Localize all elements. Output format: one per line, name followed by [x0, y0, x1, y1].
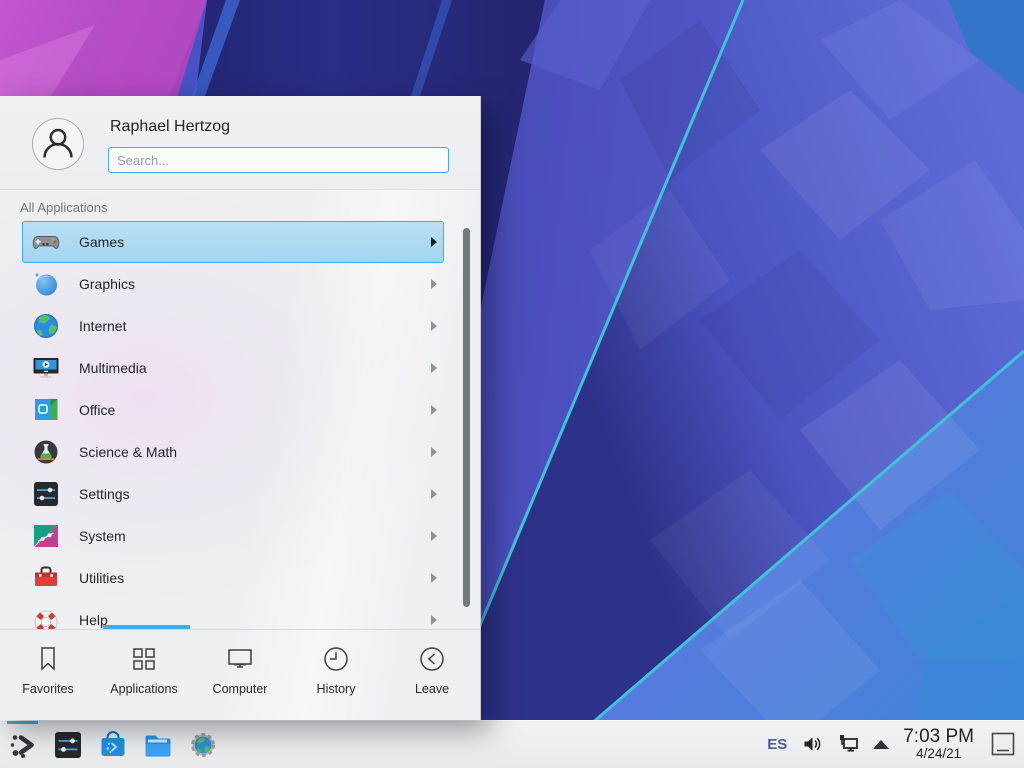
tab-label: Applications: [110, 682, 177, 696]
tab-label: Computer: [213, 682, 268, 696]
clock-time: 7:03 PM: [903, 727, 974, 747]
show-desktop-button[interactable]: [988, 727, 1018, 761]
category-label: Graphics: [79, 276, 135, 292]
category-internet[interactable]: Internet: [22, 305, 444, 347]
category-system[interactable]: System: [22, 515, 444, 557]
file-manager-task[interactable]: [135, 721, 180, 768]
submenu-arrow-icon: [431, 405, 437, 415]
discover-icon: [97, 729, 129, 761]
file-manager-icon: [142, 729, 174, 761]
system-settings-icon: [52, 729, 84, 761]
office-doc-icon: [31, 395, 61, 425]
category-graphics[interactable]: Graphics: [22, 263, 444, 305]
category-games[interactable]: Games: [22, 221, 444, 263]
category-multimedia[interactable]: Multimedia: [22, 347, 444, 389]
submenu-arrow-icon: [431, 237, 437, 247]
search-input[interactable]: [108, 147, 449, 173]
category-settings[interactable]: Settings: [22, 473, 444, 515]
kickoff-launcher-icon: [7, 729, 39, 761]
user-avatar[interactable]: [32, 118, 84, 170]
category-label: Multimedia: [79, 360, 147, 376]
expand-tray-caret-icon[interactable]: [873, 740, 889, 749]
tab-history[interactable]: History: [288, 630, 384, 720]
section-label: All Applications: [20, 200, 107, 215]
tab-leave[interactable]: Leave: [384, 630, 480, 720]
discover-task[interactable]: [90, 721, 135, 768]
tab-label: History: [317, 682, 356, 696]
application-launcher-popup: Raphael Hertzog All Applications Games: [0, 96, 481, 720]
monitor-icon: [224, 643, 256, 675]
system-tray: ES 7:03 PM 4/24/21: [767, 727, 1024, 761]
category-science-math[interactable]: Science & Math: [22, 431, 444, 473]
media-monitor-icon: [31, 353, 61, 383]
sliders-icon: [31, 479, 61, 509]
tab-label: Favorites: [22, 682, 73, 696]
globe-icon: [31, 311, 61, 341]
kickoff-launcher-button[interactable]: [0, 721, 45, 768]
tab-label: Leave: [415, 682, 449, 696]
submenu-arrow-icon: [431, 363, 437, 373]
digital-clock[interactable]: 7:03 PM 4/24/21: [903, 727, 974, 761]
submenu-arrow-icon: [431, 447, 437, 457]
submenu-arrow-icon: [431, 531, 437, 541]
clock-icon: [320, 643, 352, 675]
category-label: System: [79, 528, 126, 544]
network-icon[interactable]: [837, 732, 861, 756]
category-label: Utilities: [79, 570, 124, 586]
category-office[interactable]: Office: [22, 389, 444, 431]
system-settings-task[interactable]: [45, 721, 90, 768]
web-browser-task[interactable]: [180, 721, 225, 768]
category-label: Games: [79, 234, 124, 250]
launcher-active-indicator: [7, 721, 38, 724]
category-label: Settings: [79, 486, 130, 502]
taskbar-panel: ES 7:03 PM 4/24/21: [0, 720, 1024, 768]
user-name: Raphael Hertzog: [110, 118, 230, 136]
category-label: Office: [79, 402, 115, 418]
flask-icon: [31, 437, 61, 467]
gamepad-icon: [31, 227, 61, 257]
volume-icon[interactable]: [801, 732, 825, 756]
leave-circle-icon: [416, 643, 448, 675]
keyboard-layout-indicator[interactable]: ES: [767, 736, 787, 753]
category-label: Science & Math: [79, 444, 177, 460]
toolbox-icon: [31, 563, 61, 593]
grid-icon: [128, 643, 160, 675]
category-label: Internet: [79, 318, 126, 334]
show-desktop-icon: [989, 730, 1017, 758]
launcher-tabbar: Favorites Applications: [0, 629, 480, 720]
clock-date: 4/24/21: [903, 747, 974, 761]
submenu-arrow-icon: [431, 321, 437, 331]
sphere-icon: [31, 269, 61, 299]
web-browser-icon: [187, 729, 219, 761]
tab-favorites[interactable]: Favorites: [0, 630, 96, 720]
system-tune-icon: [31, 521, 61, 551]
submenu-arrow-icon: [431, 573, 437, 583]
tab-applications[interactable]: Applications: [96, 630, 192, 720]
launcher-header: Raphael Hertzog: [0, 96, 480, 190]
category-help[interactable]: Help: [22, 599, 444, 629]
submenu-arrow-icon: [431, 615, 437, 625]
list-scrollbar[interactable]: [463, 228, 470, 607]
submenu-arrow-icon: [431, 279, 437, 289]
tab-computer[interactable]: Computer: [192, 630, 288, 720]
user-icon: [33, 119, 83, 169]
category-list: Games Graphics: [0, 221, 480, 629]
category-utilities[interactable]: Utilities: [22, 557, 444, 599]
bookmark-icon: [32, 643, 64, 675]
lifebuoy-icon: [31, 605, 61, 629]
submenu-arrow-icon: [431, 489, 437, 499]
